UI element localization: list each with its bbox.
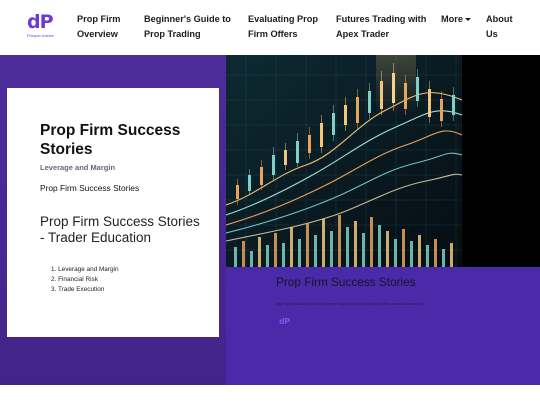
nav-more-label: More (441, 14, 463, 24)
candlestick-illustration (226, 55, 462, 267)
nav-evaluating-offers[interactable]: Evaluating Prop Firm Offers (248, 12, 324, 41)
preview-logo: dP (279, 317, 290, 326)
preview-title: Prop Firm Success Stories (276, 275, 416, 289)
topic-list: 1. Leverage and Margin 2. Financial Risk… (51, 265, 119, 295)
chevron-down-icon (464, 18, 471, 22)
image-black-margin (462, 55, 540, 267)
article-card: Prop Firm Success Stories Leverage and M… (7, 88, 219, 337)
hero-section: Prop Firm Success Stories Leverage and M… (0, 55, 540, 385)
trading-chart-image (226, 55, 462, 267)
list-item: 1. Leverage and Margin (51, 266, 119, 273)
logo-mark: dP (27, 11, 54, 33)
nav-about-us[interactable]: About Us (486, 12, 526, 41)
page-bottom-strip (0, 385, 540, 405)
nav-beginners-guide[interactable]: Beginner's Guide to Prop Trading (144, 12, 236, 41)
site-logo[interactable]: dP Prosper Advice (27, 13, 59, 39)
page-title: Prop Firm Success Stories (40, 122, 181, 158)
list-item: 2. Financial Risk (51, 276, 98, 283)
list-item: 3. Trade Execution (51, 286, 105, 293)
nav-more-menu[interactable]: More (441, 12, 473, 27)
site-header: dP Prosper Advice Prop Firm Overview Beg… (0, 0, 540, 55)
preview-panel: Prop Firm Success Stories https://prodea… (226, 267, 540, 385)
card-text: Prop Firm Success Stories (40, 183, 140, 193)
preview-url[interactable]: https://prodeaadvice.com/ the-beginners-… (276, 302, 424, 306)
nav-futures-trading[interactable]: Futures Trading with Apex Trader (336, 12, 436, 41)
list-item-label: Trade Execution (58, 286, 105, 293)
card-subtitle: Leverage and Margin (40, 163, 116, 172)
card-heading: Prop Firm Success Stories - Trader Educa… (40, 214, 200, 245)
nav-prop-firm-overview[interactable]: Prop Firm Overview (77, 12, 135, 41)
list-item-label: Financial Risk (58, 276, 98, 283)
list-item-label: Leverage and Margin (58, 266, 119, 273)
logo-subtext: Prosper Advice (27, 33, 54, 38)
